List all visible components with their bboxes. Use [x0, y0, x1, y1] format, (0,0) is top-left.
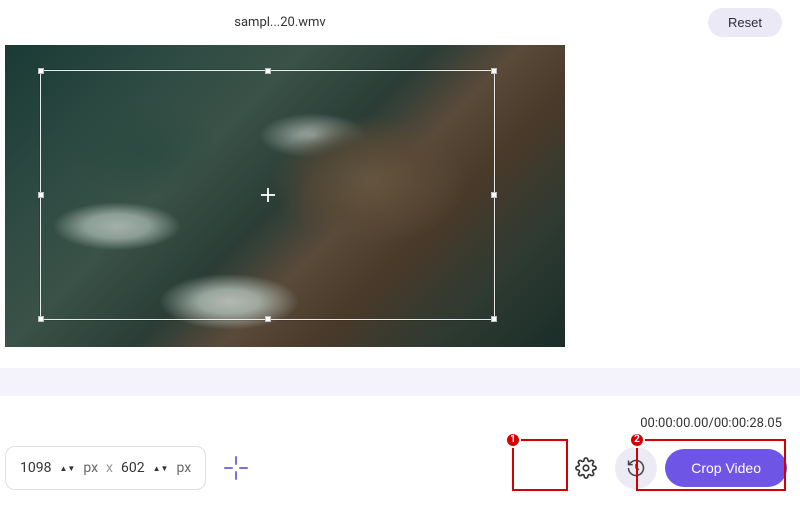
- time-total: 00:00:28.05: [714, 416, 782, 431]
- width-unit: px: [83, 460, 98, 476]
- aspect-ratio-button[interactable]: [216, 448, 256, 488]
- crop-center-icon: [261, 188, 275, 202]
- crop-handle-bottom-right[interactable]: [491, 316, 497, 322]
- history-icon: [626, 458, 646, 478]
- right-toolbar: Crop Video: [565, 447, 795, 489]
- settings-button[interactable]: [565, 447, 607, 489]
- annotation-badge-2: 2: [629, 432, 645, 448]
- history-button[interactable]: [615, 447, 657, 489]
- crop-handle-bottom-middle[interactable]: [265, 316, 271, 322]
- crop-handle-middle-left[interactable]: [38, 192, 44, 198]
- top-bar: sampl...20.wmv Reset: [0, 0, 800, 45]
- dimension-input-group: 1098 ▲▼ px x 602 ▲▼ px: [5, 446, 206, 490]
- height-stepper[interactable]: ▲▼: [153, 466, 169, 471]
- crop-handle-middle-right[interactable]: [491, 192, 497, 198]
- aspect-ratio-icon: [223, 455, 249, 481]
- width-input[interactable]: 1098: [20, 460, 51, 476]
- crop-handle-bottom-left[interactable]: [38, 316, 44, 322]
- crop-handle-top-right[interactable]: [491, 68, 497, 74]
- height-unit: px: [176, 460, 191, 476]
- crop-handle-top-left[interactable]: [38, 68, 44, 74]
- crop-video-button[interactable]: Crop Video: [665, 449, 787, 487]
- width-stepper[interactable]: ▲▼: [59, 466, 75, 471]
- time-display: 00:00:00.00/00:00:28.05: [640, 416, 782, 431]
- divider-strip: [0, 368, 800, 396]
- time-current: 00:00:00.00: [640, 416, 708, 431]
- reset-button[interactable]: Reset: [708, 8, 782, 37]
- dimension-separator: x: [106, 460, 113, 476]
- crop-handle-top-middle[interactable]: [265, 68, 271, 74]
- height-input[interactable]: 602: [121, 460, 145, 476]
- crop-rectangle[interactable]: [40, 70, 495, 320]
- bottom-bar: 1098 ▲▼ px x 602 ▲▼ px Crop: [5, 440, 795, 496]
- video-preview[interactable]: [5, 45, 565, 347]
- annotation-badge-1: 1: [505, 432, 521, 448]
- filename: sampl...20.wmv: [234, 15, 325, 30]
- gear-icon: [575, 457, 597, 479]
